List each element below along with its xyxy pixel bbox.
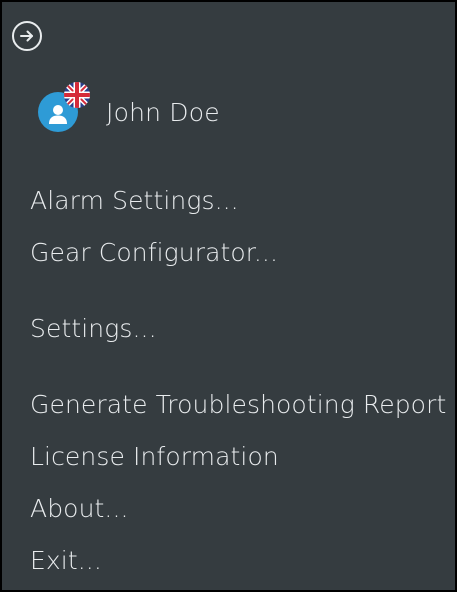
menu-item-alarm-settings[interactable]: Alarm Settings... (30, 185, 239, 217)
menu-item-exit[interactable]: Exit... (30, 545, 102, 577)
user-name: John Doe (106, 97, 220, 127)
uk-flag-icon (64, 82, 90, 108)
menu-item-gear-configurator[interactable]: Gear Configurator... (30, 237, 278, 269)
arrow-right-circle-icon[interactable] (12, 21, 42, 51)
menu-item-license-information[interactable]: License Information (30, 441, 279, 473)
user-profile[interactable]: John Doe (38, 82, 220, 140)
menu-item-about[interactable]: About... (30, 493, 129, 525)
side-menu-panel: John Doe Alarm Settings... Gear Configur… (0, 0, 457, 592)
menu-item-settings[interactable]: Settings... (30, 313, 157, 345)
user-avatar-icon (38, 82, 90, 132)
menu-item-generate-troubleshooting-report[interactable]: Generate Troubleshooting Report (30, 389, 446, 421)
